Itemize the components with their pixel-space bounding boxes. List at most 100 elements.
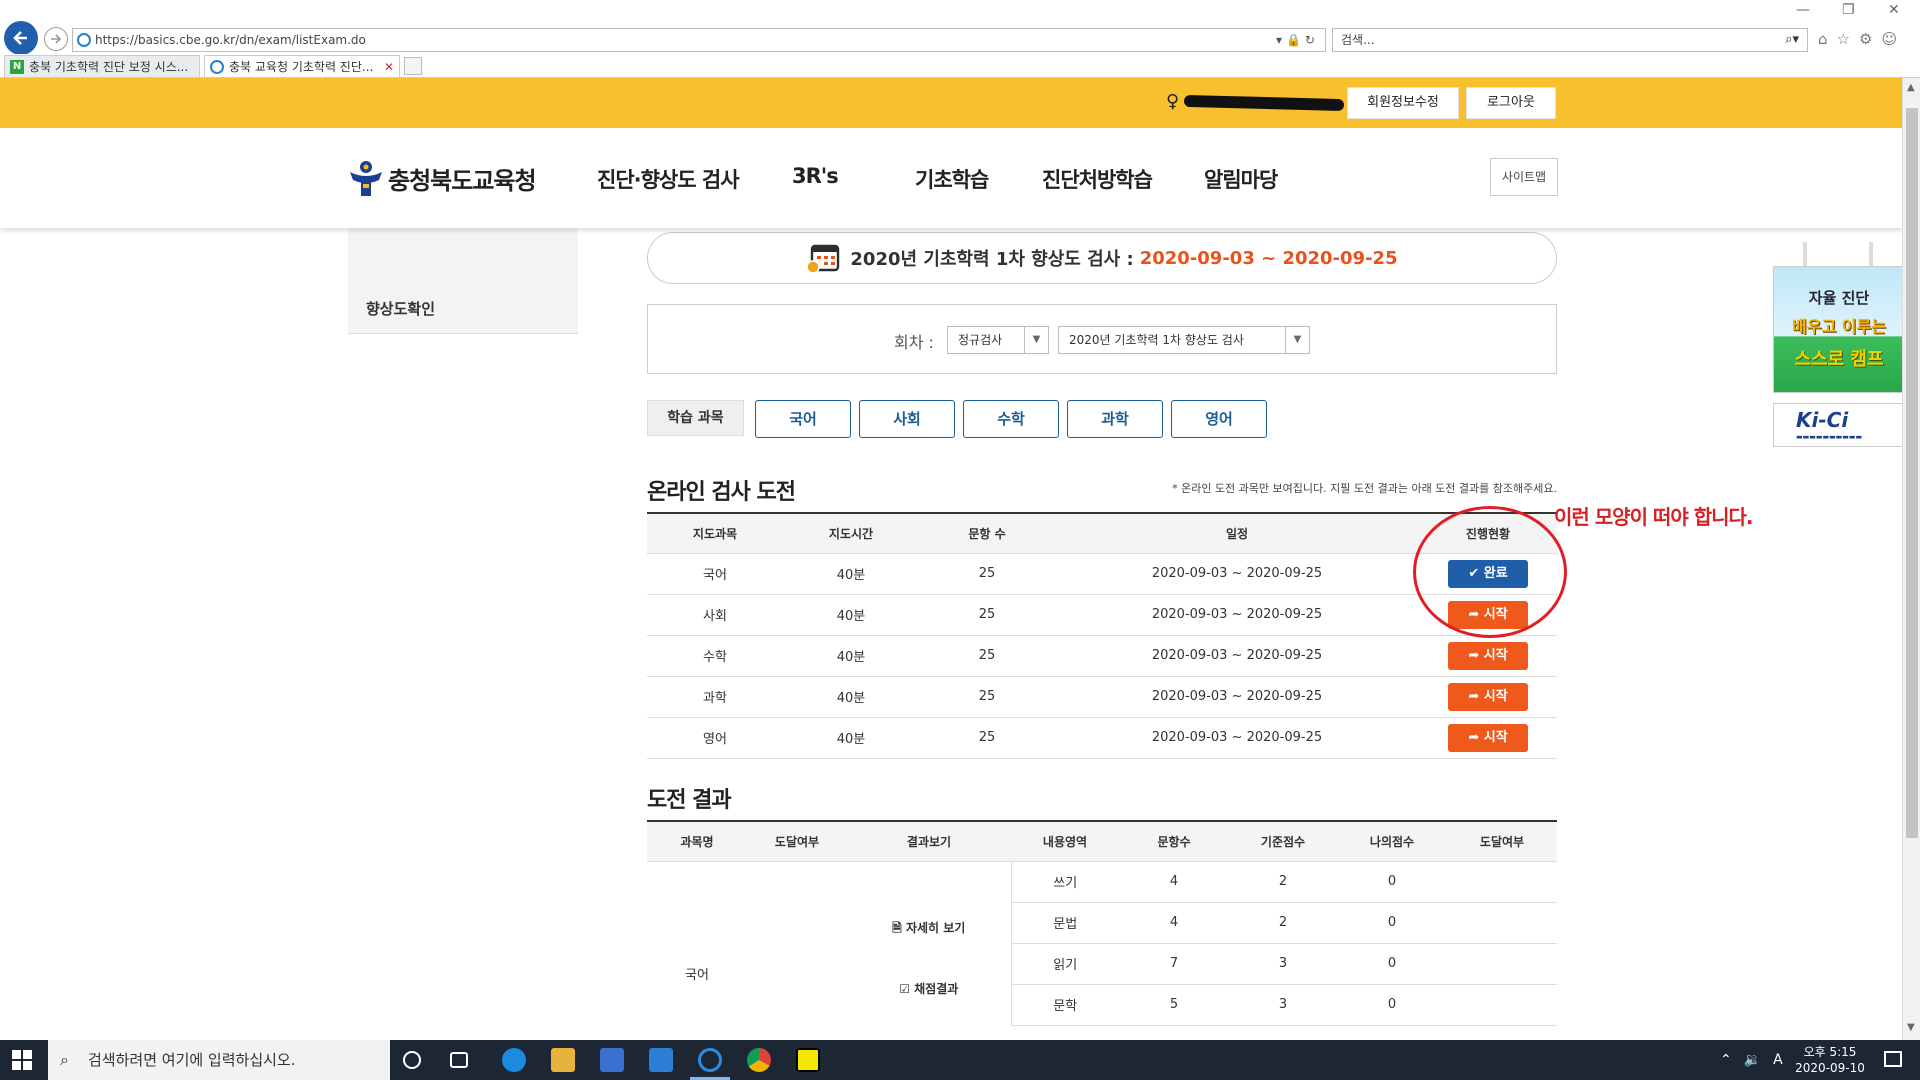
self-diagnosis-camp-banner[interactable]: 자율 진단 배우고 이루는 스스로 캠프: [1773, 266, 1902, 393]
windows-start-icon[interactable]: [12, 1050, 32, 1070]
favorites-star-icon[interactable]: ☆: [1837, 30, 1850, 48]
settings-gear-icon[interactable]: ⚙: [1859, 30, 1872, 48]
address-tools[interactable]: ▾🔒↻: [1276, 29, 1319, 51]
cell-subject: 과학: [647, 676, 783, 718]
round-selector-box: 회차 : 정규검사 ▼ 2020년 기초학력 1차 향상도 검사 ▼: [647, 304, 1557, 374]
chevron-down-icon: ▼: [1285, 327, 1309, 353]
search-icon: ⌕: [60, 1050, 69, 1069]
cell-schedule: 2020-09-03 ~ 2020-09-25: [1055, 553, 1419, 595]
status-start-button[interactable]: ➦ 시작: [1448, 723, 1528, 752]
file-explorer-icon[interactable]: [551, 1048, 575, 1072]
page-scrollbar[interactable]: ▲ ▼: [1902, 78, 1920, 1040]
status-start-button[interactable]: ➦ 시작: [1448, 641, 1528, 670]
cell-area: 문학: [1011, 984, 1119, 1026]
subject-button-english[interactable]: 영어: [1171, 400, 1267, 438]
browser-toolbar-icons: ⌂ ☆ ⚙ ☺: [1818, 28, 1918, 50]
subject-button-science[interactable]: 과학: [1067, 400, 1163, 438]
task-view-icon[interactable]: [450, 1052, 468, 1068]
cell-reached: [1447, 861, 1557, 903]
close-window-icon[interactable]: ✕: [1888, 2, 1900, 18]
minimize-icon[interactable]: —: [1796, 2, 1810, 18]
round-name-value: 2020년 기초학력 1차 향상도 검사: [1069, 333, 1244, 347]
round-type-select[interactable]: 정규검사 ▼: [947, 326, 1049, 354]
kici-banner[interactable]: Ki-Ci ▬▬▬▬▬▬▬▬▬▬: [1773, 403, 1902, 447]
results-title: 도전 결과: [647, 788, 732, 813]
cell-base-score: 3: [1229, 943, 1337, 985]
cell-schedule: 2020-09-03 ~ 2020-09-25: [1055, 594, 1419, 636]
col-header: 나의점수: [1337, 821, 1447, 862]
col-header: 과목명: [647, 821, 747, 862]
logout-button[interactable]: 로그아웃: [1466, 87, 1556, 119]
annotation-text: 이런 모양이 떠야 합니다.: [1554, 505, 1753, 529]
cortana-icon[interactable]: [403, 1051, 421, 1069]
edit-profile-button[interactable]: 회원정보수정: [1347, 87, 1459, 119]
ime-indicator[interactable]: A: [1773, 1052, 1783, 1068]
internet-explorer-icon[interactable]: [698, 1048, 722, 1072]
close-tab-icon[interactable]: ✕: [384, 56, 394, 77]
restore-icon[interactable]: ❐: [1842, 2, 1855, 18]
subject-button-math[interactable]: 수학: [963, 400, 1059, 438]
share-arrow-icon: ➦: [1468, 688, 1484, 704]
tab-strip: N 충북 기초학력 진단 보정 시스... 충북 교육청 기초학력 진단... …: [0, 54, 1920, 78]
back-button[interactable]: [4, 21, 38, 55]
site-logo[interactable]: 충청북도교육청: [346, 158, 537, 198]
tab-2[interactable]: 충북 교육청 기초학력 진단... ✕: [204, 55, 400, 77]
grading-result-link[interactable]: ☑ 채점결과: [847, 980, 1011, 997]
tray-chevron-up-icon[interactable]: ⌃: [1720, 1052, 1732, 1068]
menu-diagnosis-test[interactable]: 진단·향상도 검사: [597, 164, 740, 194]
results-table: 과목명 도달여부 결과보기 내용영역 문항수 기준점수 나의점수 도달여부 국어…: [647, 820, 1557, 1026]
tab-1[interactable]: N 충북 기초학력 진단 보정 시스...: [4, 55, 200, 77]
table-header-row: 과목명 도달여부 결과보기 내용영역 문항수 기준점수 나의점수 도달여부: [647, 821, 1557, 862]
subject-button-korean[interactable]: 국어: [755, 400, 851, 438]
store-icon[interactable]: [600, 1048, 624, 1072]
cell-subject: 사회: [647, 594, 783, 636]
cell-reached: [1447, 984, 1557, 1026]
system-clock[interactable]: 오후 5:15 2020-09-10: [1790, 1044, 1870, 1076]
detail-view-link[interactable]: 🗎 자세히 보기: [847, 919, 1011, 940]
address-bar[interactable]: https://basics.cbe.go.kr/dn/exam/listExa…: [72, 28, 1326, 52]
mail-icon[interactable]: [649, 1048, 673, 1072]
subject-button-social[interactable]: 사회: [859, 400, 955, 438]
forward-button[interactable]: [44, 27, 68, 51]
cell-schedule: 2020-09-03 ~ 2020-09-25: [1055, 717, 1419, 759]
right-banner-strip: [1773, 228, 1902, 266]
menu-3rs[interactable]: 3R's: [792, 164, 839, 188]
browser-search-box[interactable]: 검색... ⌕▾: [1332, 28, 1808, 52]
scroll-down-icon[interactable]: ▼: [1907, 1022, 1915, 1033]
notification-center-icon[interactable]: [1884, 1051, 1902, 1067]
browser-address-row: https://basics.cbe.go.kr/dn/exam/listExa…: [0, 0, 1920, 55]
banner-post: [1803, 242, 1807, 266]
ie-page-icon: [77, 33, 91, 47]
col-header: 지도시간: [783, 513, 919, 554]
cell-count: 25: [919, 635, 1055, 677]
cell-base-score: 2: [1229, 861, 1337, 903]
kakaotalk-icon[interactable]: [796, 1048, 820, 1072]
scroll-up-icon[interactable]: ▲: [1907, 82, 1915, 93]
calendar-icon: [806, 243, 840, 274]
cell-status: ➦ 시작: [1419, 676, 1557, 718]
cell-count: 25: [919, 676, 1055, 718]
menu-basic-learning[interactable]: 기초학습: [915, 164, 989, 194]
search-icon[interactable]: ⌕▾: [1785, 29, 1799, 51]
new-tab-button[interactable]: [404, 57, 422, 75]
top-utility-bar: ♀ 회원정보수정 로그아웃: [0, 78, 1902, 128]
exam-period: 2020-09-03 ~ 2020-09-25: [1139, 247, 1398, 269]
menu-notice-board[interactable]: 알림마당: [1204, 164, 1278, 194]
table-row: 수학 40분 25 2020-09-03 ~ 2020-09-25 ➦ 시작: [647, 635, 1557, 677]
chrome-icon[interactable]: [747, 1048, 771, 1072]
table-row: 과학 40분 25 2020-09-03 ~ 2020-09-25 ➦ 시작: [647, 676, 1557, 718]
menu-prescription-learning[interactable]: 진단처방학습: [1042, 164, 1153, 194]
volume-icon[interactable]: 🔉: [1744, 1052, 1761, 1068]
col-header: 지도과목: [647, 513, 783, 554]
smiley-icon[interactable]: ☺: [1881, 30, 1897, 48]
status-start-button[interactable]: ➦ 시작: [1448, 682, 1528, 711]
home-icon[interactable]: ⌂: [1818, 30, 1828, 48]
scroll-thumb[interactable]: [1906, 108, 1918, 838]
sitemap-button[interactable]: 사이트맵: [1490, 158, 1558, 196]
taskbar-search[interactable]: ⌕ 검색하려면 여기에 입력하십시오.: [48, 1040, 390, 1080]
cell-schedule: 2020-09-03 ~ 2020-09-25: [1055, 676, 1419, 718]
sidebar-item-progress-check[interactable]: 향상도확인: [366, 298, 435, 319]
edge-browser-icon[interactable]: [502, 1048, 526, 1072]
cell-schedule: 2020-09-03 ~ 2020-09-25: [1055, 635, 1419, 677]
round-name-select[interactable]: 2020년 기초학력 1차 향상도 검사 ▼: [1058, 326, 1310, 354]
